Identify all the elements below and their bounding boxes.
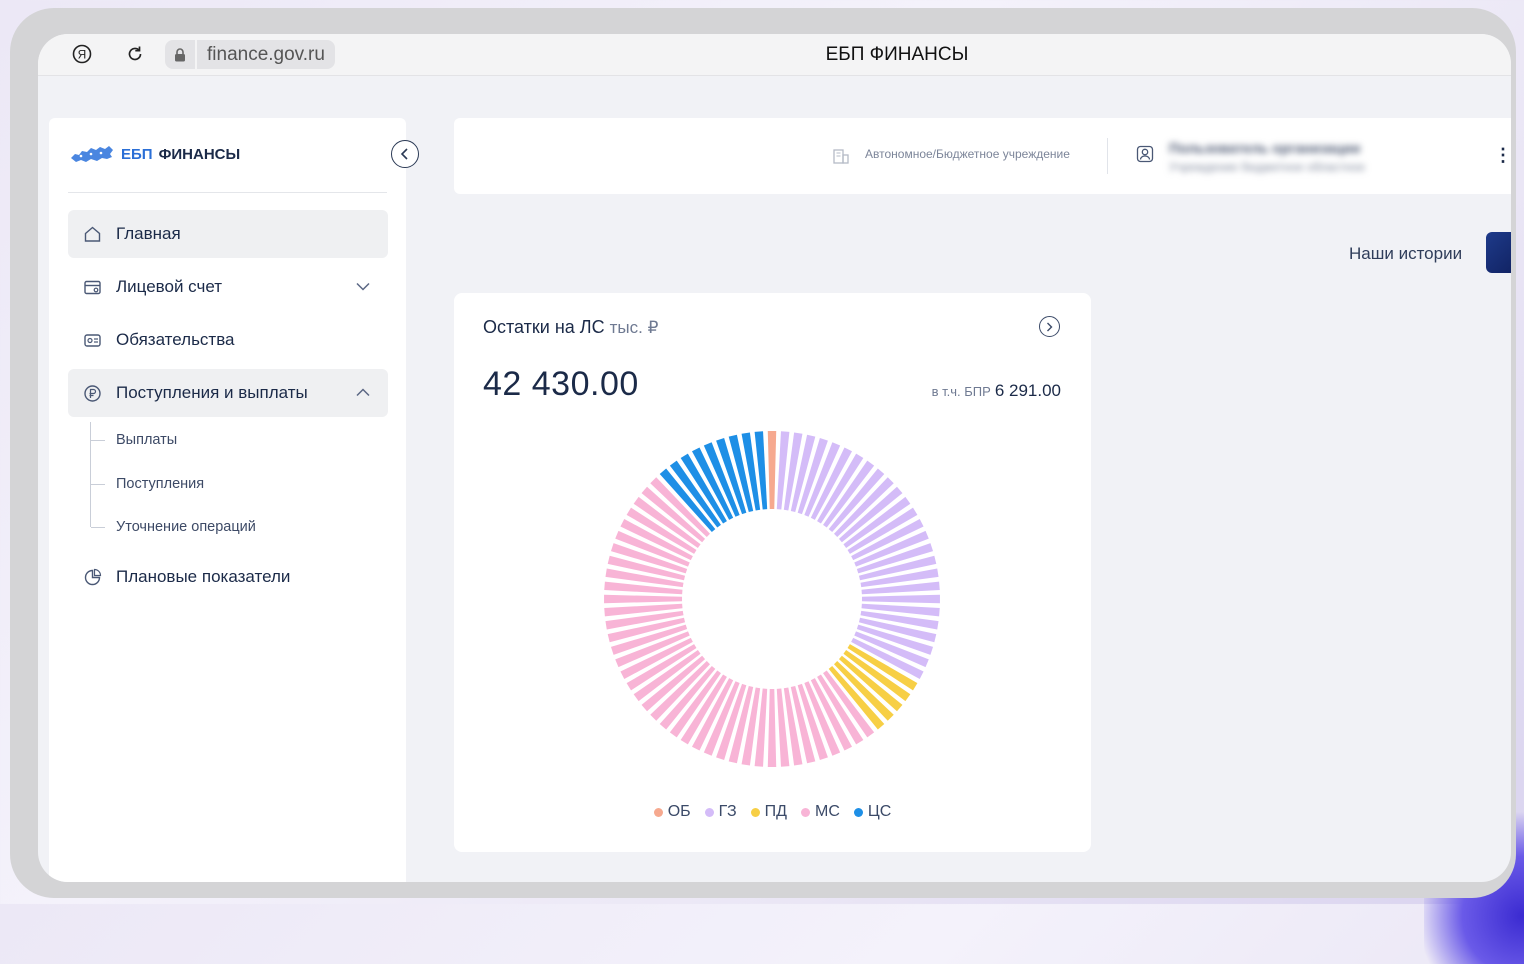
legend-label: ГЗ — [718, 803, 737, 820]
balances-card: Остатки на ЛС тыс. ₽ 42 430.00 в т.ч. БП… — [454, 293, 1091, 852]
story-thumbnail[interactable] — [1486, 232, 1511, 273]
chart-legend: ОБ ГЗ ПД МС ЦС — [454, 803, 1091, 821]
legend-label: ПД — [764, 803, 787, 820]
submenu-tick — [91, 440, 105, 441]
logo-finance: ФИНАНСЫ — [158, 145, 241, 163]
pie-chart-icon — [82, 567, 102, 587]
obligations-icon — [82, 330, 102, 350]
donut-bar-ОБ[interactable] — [767, 431, 777, 510]
collapse-sidebar-button[interactable] — [391, 140, 419, 168]
more-menu-icon[interactable]: ⋮ — [1494, 146, 1511, 164]
user-org: Учреждение бюджетное областное — [1169, 160, 1366, 174]
account-card-icon — [82, 277, 102, 297]
bpr-prefix: в т.ч. БПР — [931, 384, 991, 399]
chevron-up-icon[interactable] — [354, 383, 372, 401]
card-title-unit: тыс. ₽ — [609, 318, 659, 337]
sidebar-item-label: Обязательства — [116, 330, 235, 349]
browser-window: Я finance.gov.ru ЕБП ФИНАНСЫ ЕБП ФИНАНСЫ — [38, 34, 1511, 882]
tab-title: ЕБП ФИНАНСЫ — [825, 44, 969, 65]
sidebar-item-payments[interactable]: Поступления и выплаты — [68, 369, 388, 417]
sidebar-item-obligations[interactable]: Обязательства — [68, 316, 388, 364]
legend-item[interactable]: ГЗ — [704, 803, 737, 821]
legend-item[interactable]: ПД — [750, 803, 787, 821]
user-name: Пользователь организации — [1169, 140, 1361, 156]
legend-dot — [704, 807, 714, 817]
legend-dot — [750, 807, 760, 817]
sidebar-item-label: Поступления и выплаты — [116, 383, 308, 402]
card-title-text: Остатки на ЛС — [483, 317, 605, 337]
card-title: Остатки на ЛС тыс. ₽ — [483, 317, 658, 338]
chevron-down-icon[interactable] — [354, 277, 372, 295]
sidebar-item-label: Главная — [116, 224, 181, 243]
top-header-card: Автономное/Бюджетное учреждение Пользова… — [454, 118, 1511, 194]
sidebar-item-planned[interactable]: Плановые показатели — [68, 553, 388, 601]
submenu-line — [90, 422, 91, 527]
submenu-tick — [91, 527, 105, 528]
bpr-amount: в т.ч. БПР 6 291.00 — [932, 381, 1061, 401]
sidebar-item-label: Плановые показатели — [116, 567, 291, 586]
legend-dot — [801, 807, 810, 817]
donut-chart[interactable] — [599, 426, 945, 772]
legend-item[interactable]: МС — [801, 803, 840, 821]
donut-bar-ГЗ[interactable] — [861, 594, 940, 604]
donut-bar-МС[interactable] — [604, 594, 683, 604]
sidebar-divider — [68, 192, 387, 193]
org-type-label[interactable]: Автономное/Бюджетное учреждение — [865, 147, 1070, 161]
legend-label: ЦС — [867, 803, 892, 820]
bpr-value: 6 291.00 — [994, 381, 1061, 400]
logo-ebp: ЕБП — [121, 145, 153, 163]
submenu-item-clarification[interactable]: Уточнение операций — [116, 519, 256, 535]
submenu-item-receipts[interactable]: Поступления — [116, 476, 204, 492]
browser-toolbar: Я finance.gov.ru ЕБП ФИНАНСЫ — [38, 34, 1511, 76]
legend-item[interactable]: ОБ — [653, 803, 691, 821]
donut-bar-МС[interactable] — [767, 688, 777, 767]
sidebar-item-home[interactable]: Главная — [68, 210, 388, 258]
sidebar-item-account[interactable]: Лицевой счет — [68, 263, 388, 311]
legend-item[interactable]: ЦС — [853, 803, 892, 821]
russia-map-icon — [71, 146, 113, 162]
ruble-circle-icon — [82, 383, 102, 403]
header-separator — [1107, 138, 1108, 174]
legend-label: ОБ — [667, 803, 691, 820]
chevron-right-icon — [1047, 322, 1053, 331]
app-logo[interactable]: ЕБП ФИНАНСЫ — [69, 142, 240, 166]
stories-label[interactable]: Наши истории — [1349, 244, 1462, 264]
sidebar-item-label: Лицевой счет — [116, 277, 223, 296]
submenu-tick — [91, 484, 105, 485]
sidebar: ЕБП ФИНАНСЫ Главная Лицевой счет Обязате… — [49, 118, 419, 882]
card-details-button[interactable] — [1039, 316, 1060, 337]
legend-dot — [653, 807, 663, 817]
home-icon — [82, 224, 102, 244]
chevron-left-icon — [400, 148, 408, 160]
submenu-item-payouts[interactable]: Выплаты — [116, 432, 177, 448]
legend-dot — [853, 807, 863, 817]
legend-label: МС — [815, 803, 840, 820]
user-info[interactable]: Пользователь организации Учреждение бюдж… — [1169, 140, 1365, 174]
total-balance: 42 430.00 — [483, 365, 639, 403]
user-icon — [1136, 145, 1154, 168]
building-icon — [832, 147, 850, 170]
